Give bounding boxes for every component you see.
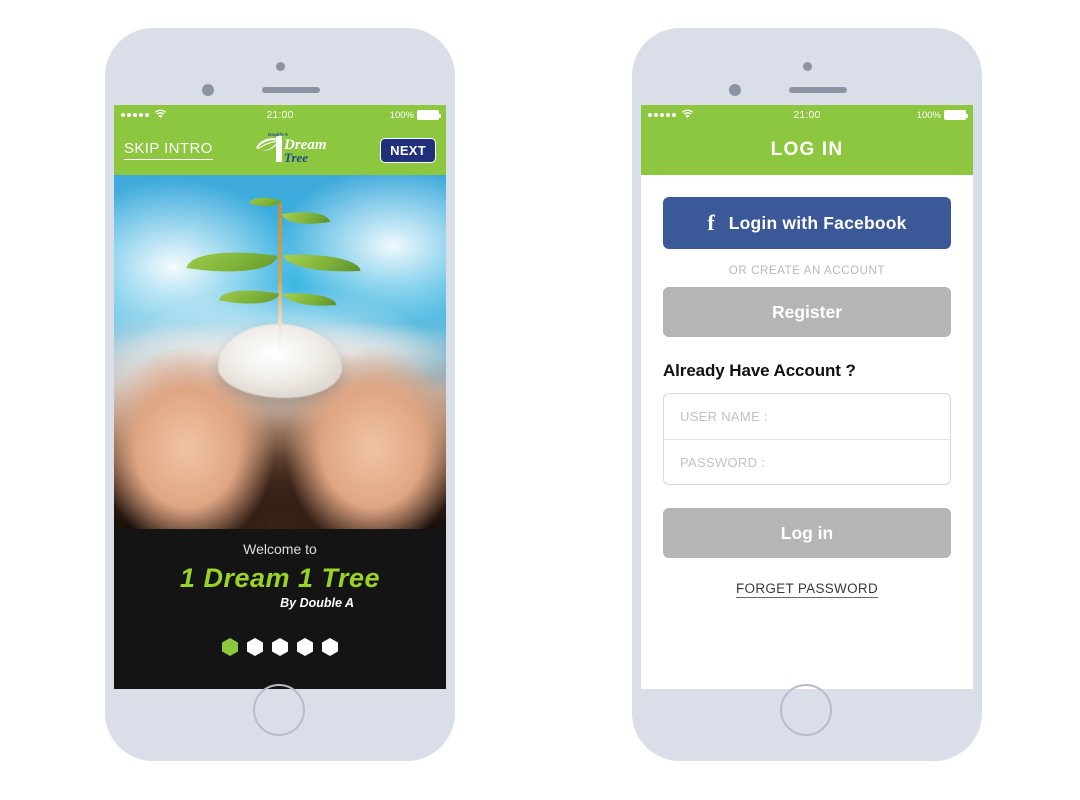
battery-percent-label: 100% <box>389 109 414 121</box>
pagination-dot[interactable] <box>297 638 313 656</box>
svg-text:Tree: Tree <box>284 150 308 165</box>
login-screen: 21:00 100% LOG IN f Login with Facebook … <box>641 105 973 689</box>
phone-device-intro: 21:00 100% SKIP INTRO Dream Tree Double … <box>105 28 455 761</box>
intro-footer: Welcome to 1 Dream 1 Tree By Double A <box>114 529 446 689</box>
pagination-dot[interactable] <box>247 638 263 656</box>
battery-percent-label: 100% <box>916 109 941 121</box>
welcome-label: Welcome to <box>243 541 317 557</box>
brand-byline: By Double A <box>280 596 354 610</box>
proximity-sensor-icon <box>202 84 214 96</box>
status-bar-right: 100% <box>389 109 441 121</box>
facebook-login-label: Login with Facebook <box>728 212 907 233</box>
skip-intro-button[interactable]: SKIP INTRO <box>124 140 213 160</box>
password-row[interactable] <box>664 439 950 484</box>
front-camera-icon <box>803 62 812 71</box>
register-label: Register <box>771 301 843 322</box>
login-button-label: Log in <box>780 522 834 543</box>
sapling-stem <box>278 203 282 360</box>
next-button[interactable]: NEXT <box>380 137 436 163</box>
pagination-dots[interactable] <box>114 638 446 656</box>
svg-text:Double A: Double A <box>268 132 288 137</box>
intro-header: SKIP INTRO Dream Tree Double A NEXT <box>114 125 446 175</box>
phone-device-login: 21:00 100% LOG IN f Login with Facebook … <box>632 28 982 761</box>
login-body: f Login with Facebook OR CREATE AN ACCOU… <box>641 175 973 689</box>
intro-screen: 21:00 100% SKIP INTRO Dream Tree Double … <box>114 105 446 689</box>
already-have-account-heading: Already Have Account ? <box>663 361 856 380</box>
pagination-dot[interactable] <box>272 638 288 656</box>
status-bar: 21:00 100% <box>114 105 446 125</box>
home-button[interactable] <box>780 684 832 736</box>
register-button[interactable]: Register <box>663 287 951 337</box>
username-input[interactable] <box>678 408 936 425</box>
username-row[interactable] <box>664 394 950 439</box>
pagination-dot[interactable] <box>222 638 238 656</box>
front-camera-icon <box>276 62 285 71</box>
pagination-dot[interactable] <box>322 638 338 656</box>
facebook-login-button[interactable]: f Login with Facebook <box>663 197 951 249</box>
brand-title: 1 Dream 1 Tree <box>179 563 381 593</box>
login-button-wrapper: Log in <box>663 508 951 558</box>
dream-tree-logo-icon: Dream Tree Double A <box>256 132 327 165</box>
earpiece-speaker <box>789 87 847 93</box>
login-header: LOG IN <box>641 125 973 175</box>
facebook-f-icon: f <box>707 210 715 235</box>
page-title: LOG IN <box>770 139 844 160</box>
password-input[interactable] <box>678 453 936 471</box>
intro-hero-image <box>114 175 446 529</box>
forget-password-link[interactable]: FORGET PASSWORD <box>735 581 878 598</box>
home-button[interactable] <box>253 684 305 736</box>
status-bar-right: 100% <box>916 109 968 121</box>
battery-icon <box>417 110 441 120</box>
credentials-form <box>663 393 951 485</box>
battery-icon <box>944 110 968 120</box>
proximity-sensor-icon <box>729 84 741 96</box>
or-create-account-label: OR CREATE AN ACCOUNT <box>728 265 886 277</box>
earpiece-speaker <box>262 87 320 93</box>
forget-password-row: FORGET PASSWORD <box>663 580 951 598</box>
app-logo: Dream Tree Double A <box>246 128 346 172</box>
status-bar: 21:00 100% <box>641 105 973 125</box>
login-button[interactable]: Log in <box>663 508 951 558</box>
